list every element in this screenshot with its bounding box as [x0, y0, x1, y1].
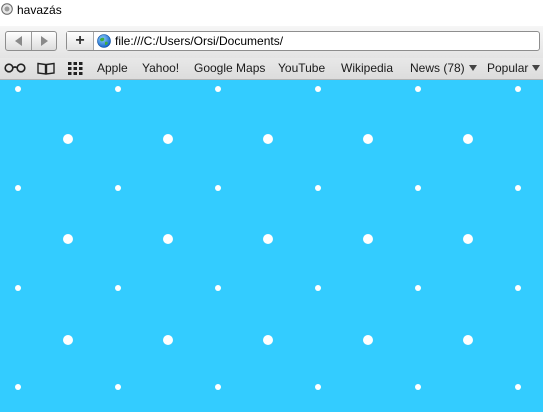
book-icon[interactable]: [36, 61, 56, 75]
snowflake: [115, 285, 121, 291]
browser-window: havazás + file:///C:/Users/Orsi/Document…: [0, 0, 543, 412]
snowflake: [363, 134, 373, 144]
dropdown-triangle-icon: [468, 65, 477, 71]
snowflake: [363, 234, 373, 244]
snowflake: [415, 185, 421, 191]
snowflake: [363, 335, 373, 345]
snowflake: [263, 234, 273, 244]
snowflake: [515, 384, 521, 390]
snowflake: [515, 86, 521, 92]
snowflake: [463, 134, 473, 144]
address-bar: +: [66, 31, 540, 51]
top-sites-grid-icon[interactable]: [67, 61, 83, 75]
bookmark-youtube[interactable]: YouTube: [278, 59, 325, 77]
forward-button[interactable]: [31, 32, 56, 50]
snowflake: [215, 86, 221, 92]
snowflake: [15, 285, 21, 291]
snowflake: [63, 335, 73, 345]
title-bar: havazás: [0, 0, 543, 26]
snowflake: [215, 285, 221, 291]
window-title: havazás: [17, 3, 62, 17]
snowflake: [463, 234, 473, 244]
snowflake: [315, 86, 321, 92]
snowflake: [163, 335, 173, 345]
snowflake: [515, 185, 521, 191]
snowflake: [315, 285, 321, 291]
navigation-buttons: [5, 31, 57, 51]
dropdown-triangle-icon: [532, 65, 541, 71]
back-button[interactable]: [6, 32, 32, 50]
snowflake: [415, 285, 421, 291]
snowflake: [115, 86, 121, 92]
bookmark-apple[interactable]: Apple: [97, 59, 128, 77]
page-content: [0, 80, 543, 412]
snowflake: [263, 335, 273, 345]
snowflake: [463, 335, 473, 345]
snowflake: [215, 185, 221, 191]
snowflake: [163, 134, 173, 144]
reading-list-icon[interactable]: [4, 61, 26, 75]
snowflake: [263, 134, 273, 144]
snowflake: [63, 234, 73, 244]
add-bookmark-button[interactable]: +: [67, 32, 94, 50]
forward-arrow-icon: [40, 36, 48, 46]
globe-icon: [97, 34, 111, 48]
bookmark-popular-menu[interactable]: Popular: [487, 59, 541, 77]
bookmark-popular-label: Popular: [487, 61, 529, 75]
snowflake: [315, 185, 321, 191]
url-input[interactable]: [115, 32, 515, 50]
bookmark-google-maps[interactable]: Google Maps: [194, 59, 265, 77]
snowflake: [315, 384, 321, 390]
snowflake: [415, 86, 421, 92]
snowflake: [15, 384, 21, 390]
snowflake: [15, 86, 21, 92]
snowflake: [415, 384, 421, 390]
bookmarks-bar: Apple Yahoo! Google Maps YouTube Wikiped…: [0, 58, 543, 80]
bookmark-yahoo[interactable]: Yahoo!: [142, 59, 179, 77]
app-icon: [1, 3, 13, 15]
snowflake: [115, 384, 121, 390]
snowflake: [63, 134, 73, 144]
snowflake: [15, 185, 21, 191]
bookmark-news-menu[interactable]: News (78): [410, 59, 477, 77]
toolbar: +: [0, 26, 543, 58]
snowflake: [515, 285, 521, 291]
bookmark-wikipedia[interactable]: Wikipedia: [341, 59, 393, 77]
snowflake: [215, 384, 221, 390]
snowflake: [163, 234, 173, 244]
bookmark-news-label: News (78): [410, 61, 465, 75]
back-arrow-icon: [14, 36, 22, 46]
snowflake: [115, 185, 121, 191]
